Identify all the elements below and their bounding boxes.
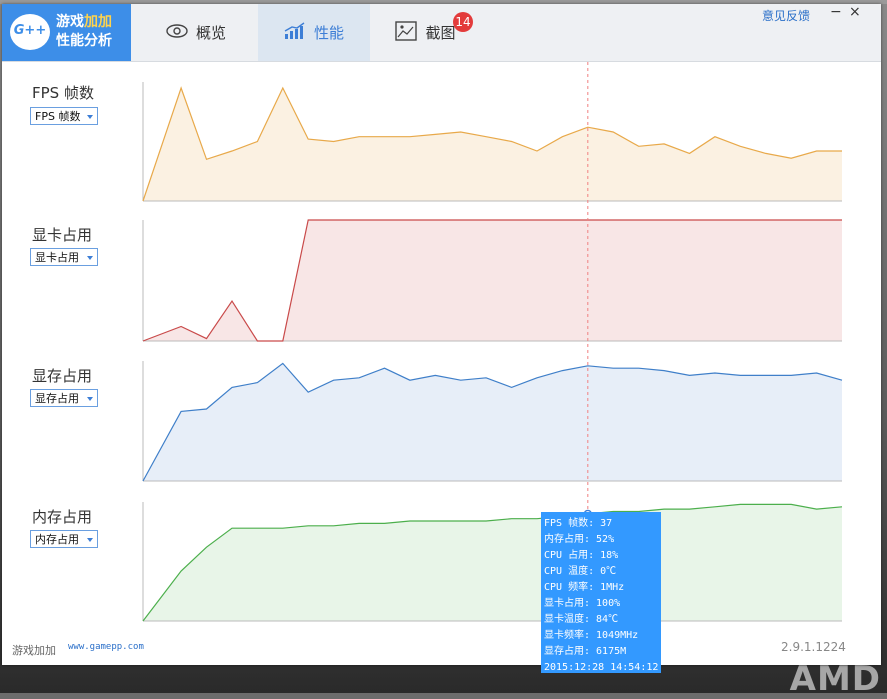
footer-brand: 游戏加加 — [12, 644, 56, 657]
tooltip-line: CPU 占用: 18% — [544, 550, 619, 561]
tooltip-line: FPS 帧数: 37 — [544, 518, 613, 529]
tooltip-line: 2015:12:28 14:54:12 — [544, 662, 659, 673]
tooltip-line: 内存占用: 52% — [544, 534, 615, 545]
data-tooltip: FPS 帧数: 37 内存占用: 52% CPU 占用: 18% CPU 温度: 0℃… — [541, 512, 661, 673]
ram-area-fill — [143, 504, 842, 621]
version-label: 2.9.1.1224 — [781, 640, 846, 654]
footer-url-link[interactable]: www.gamepp.com — [68, 642, 144, 652]
tooltip-line: 显存占用: 6175M — [544, 646, 627, 657]
tooltip-line: 显卡频率: 1049MHz — [544, 630, 639, 641]
tooltip-line: 显卡占用: 100% — [544, 598, 621, 609]
performance-charts[interactable] — [0, 0, 887, 693]
tooltip-line: 显卡温度: 84℃ — [544, 614, 619, 625]
tooltip-line: CPU 温度: 0℃ — [544, 566, 617, 577]
tooltip-line: CPU 频率: 1MHz — [544, 582, 625, 593]
gpu-area-fill — [143, 220, 842, 341]
vram-area-fill — [143, 363, 842, 481]
